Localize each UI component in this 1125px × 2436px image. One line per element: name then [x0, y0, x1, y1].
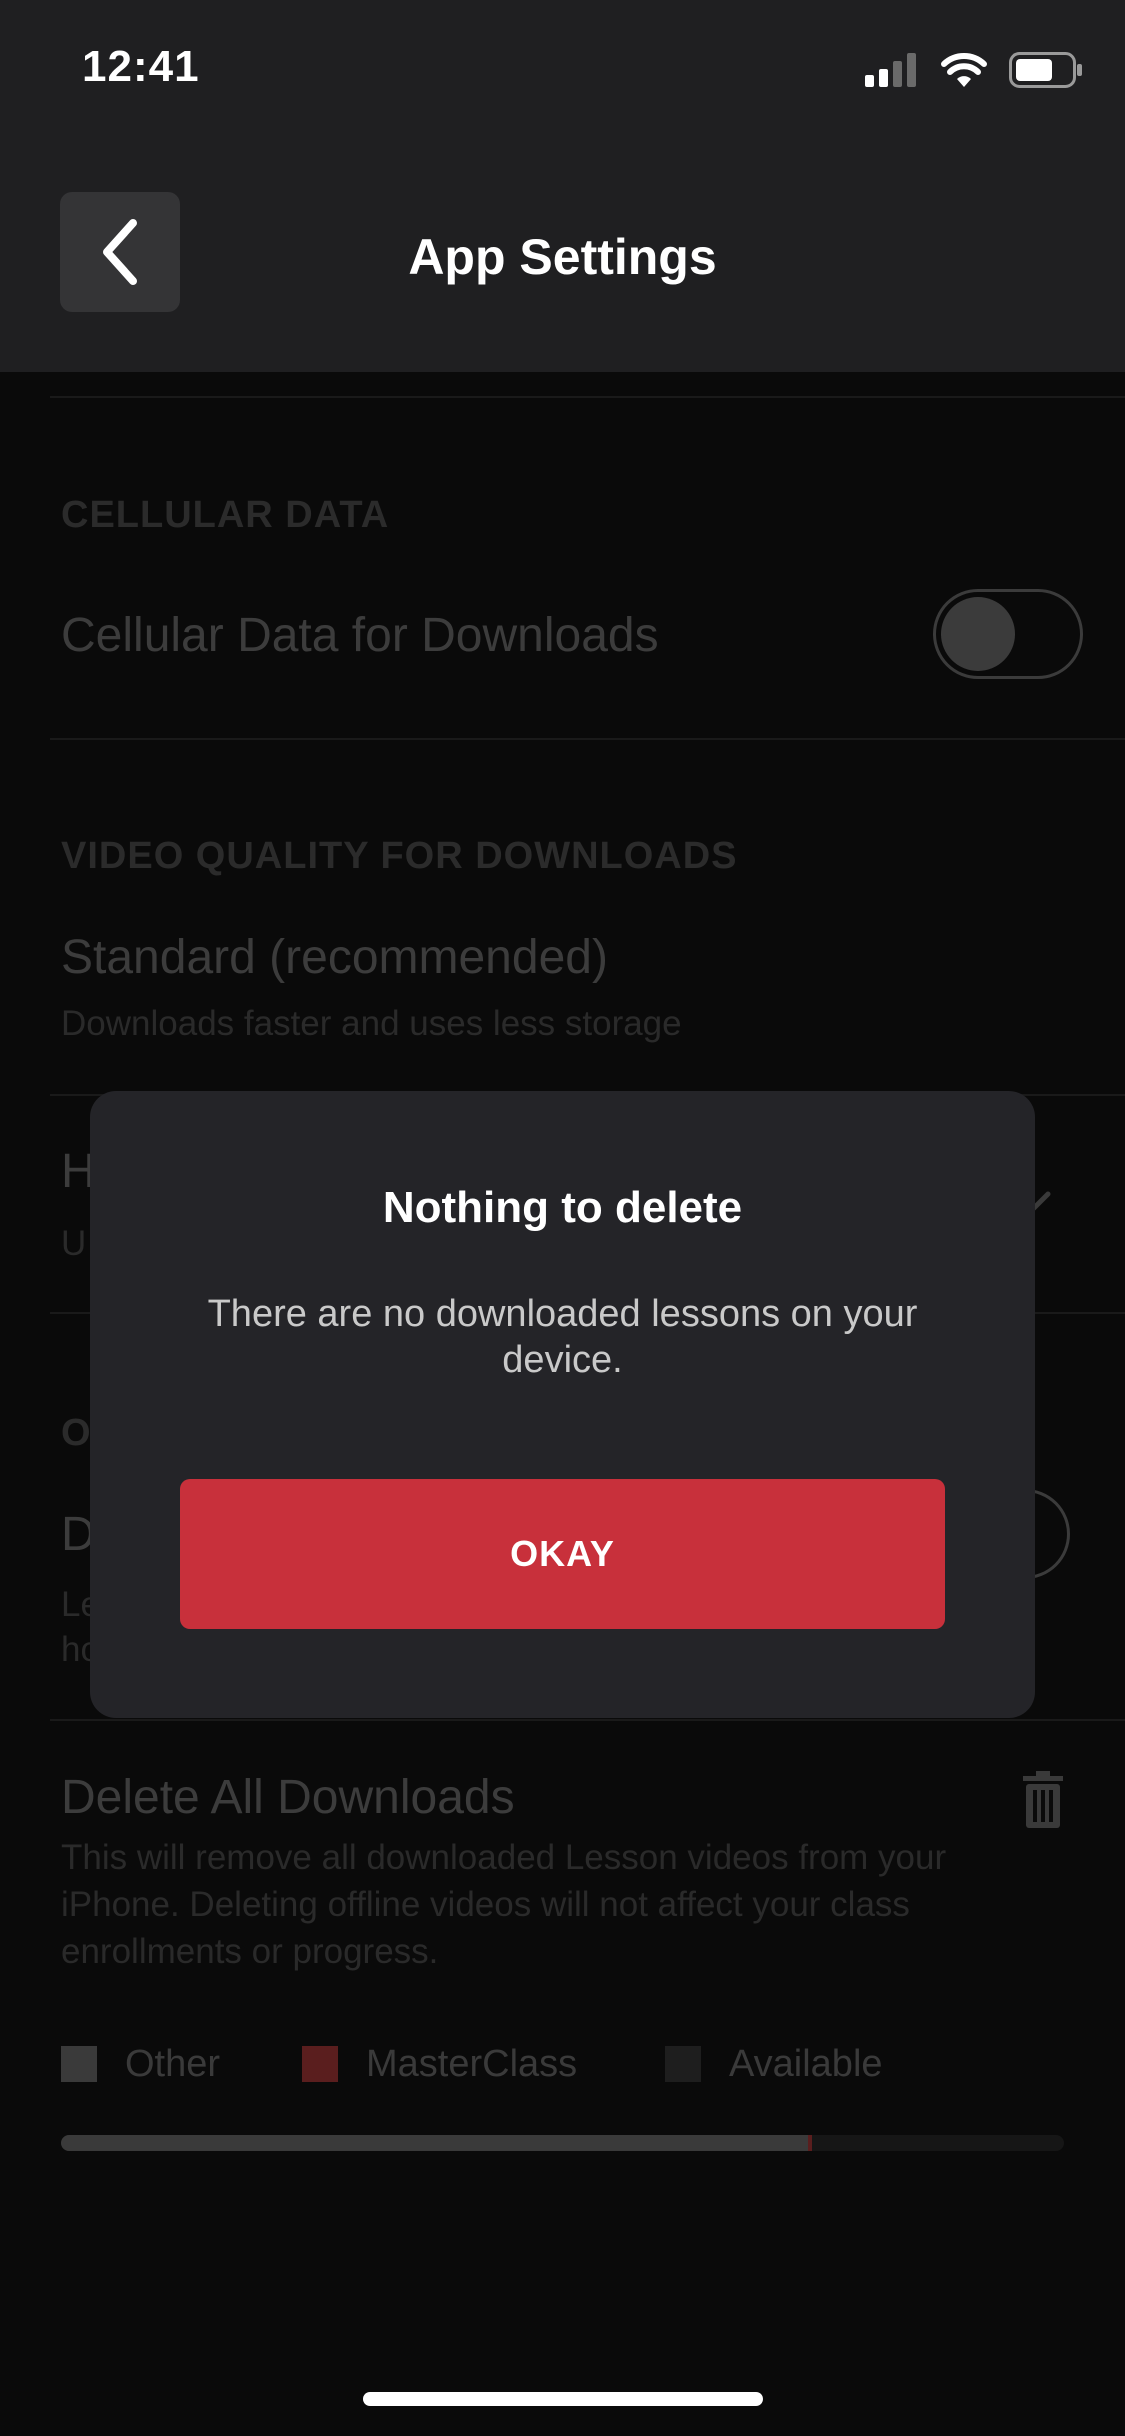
- cellular-signal-icon: [865, 53, 916, 87]
- battery-icon: [1009, 52, 1082, 88]
- legend-swatch: [302, 2046, 338, 2082]
- storage-usage-bar: [61, 2135, 1064, 2151]
- delete-all-button[interactable]: [1008, 1762, 1078, 1838]
- status-time: 12:41: [82, 42, 200, 91]
- divider: [50, 1719, 1125, 1721]
- dialog-title: Nothing to delete: [382, 1183, 743, 1232]
- legend-available: Available: [665, 2042, 883, 2085]
- wifi-icon: [941, 53, 987, 87]
- toggle-knob: [941, 597, 1015, 671]
- delete-all-label[interactable]: Delete All Downloads: [61, 1770, 515, 1825]
- page-title: App Settings: [408, 229, 717, 285]
- legend-label: Other: [125, 2042, 221, 2085]
- legend-swatch: [665, 2046, 701, 2082]
- legend-label: Available: [729, 2042, 883, 2085]
- quality-standard-sub: Downloads faster and uses less storage: [61, 1004, 682, 1043]
- nav-bar: App Settings: [0, 140, 1125, 372]
- okay-button[interactable]: OKAY: [180, 1479, 945, 1629]
- divider: [50, 396, 1125, 398]
- section-header-other: O: [61, 1412, 92, 1454]
- home-indicator[interactable]: [363, 2392, 763, 2406]
- section-header-cellular: CELLULAR DATA: [61, 494, 390, 536]
- storage-bar-other: [61, 2135, 809, 2151]
- nothing-to-delete-dialog: Nothing to delete There are no downloade…: [90, 1091, 1035, 1718]
- legend-label: MasterClass: [366, 2042, 578, 2085]
- quality-standard-label[interactable]: Standard (recommended): [61, 930, 608, 985]
- trash-icon: [1023, 1771, 1063, 1828]
- cellular-downloads-toggle[interactable]: [933, 589, 1083, 679]
- delete-all-description: This will remove all downloaded Lesson v…: [61, 1838, 947, 1971]
- section-header-video-quality: VIDEO QUALITY FOR DOWNLOADS: [61, 835, 738, 877]
- divider: [50, 738, 1125, 740]
- legend-masterclass: MasterClass: [302, 2042, 578, 2085]
- legend-swatch: [61, 2046, 97, 2082]
- quality-hd-sub: U: [61, 1224, 87, 1263]
- storage-bar-masterclass: [808, 2135, 813, 2151]
- cellular-downloads-label: Cellular Data for Downloads: [61, 609, 659, 662]
- dialog-message: There are no downloaded lessons on your …: [207, 1293, 918, 1381]
- legend-other: Other: [61, 2042, 221, 2085]
- status-bar: 12:41: [0, 0, 1125, 140]
- status-icons: [865, 50, 1083, 90]
